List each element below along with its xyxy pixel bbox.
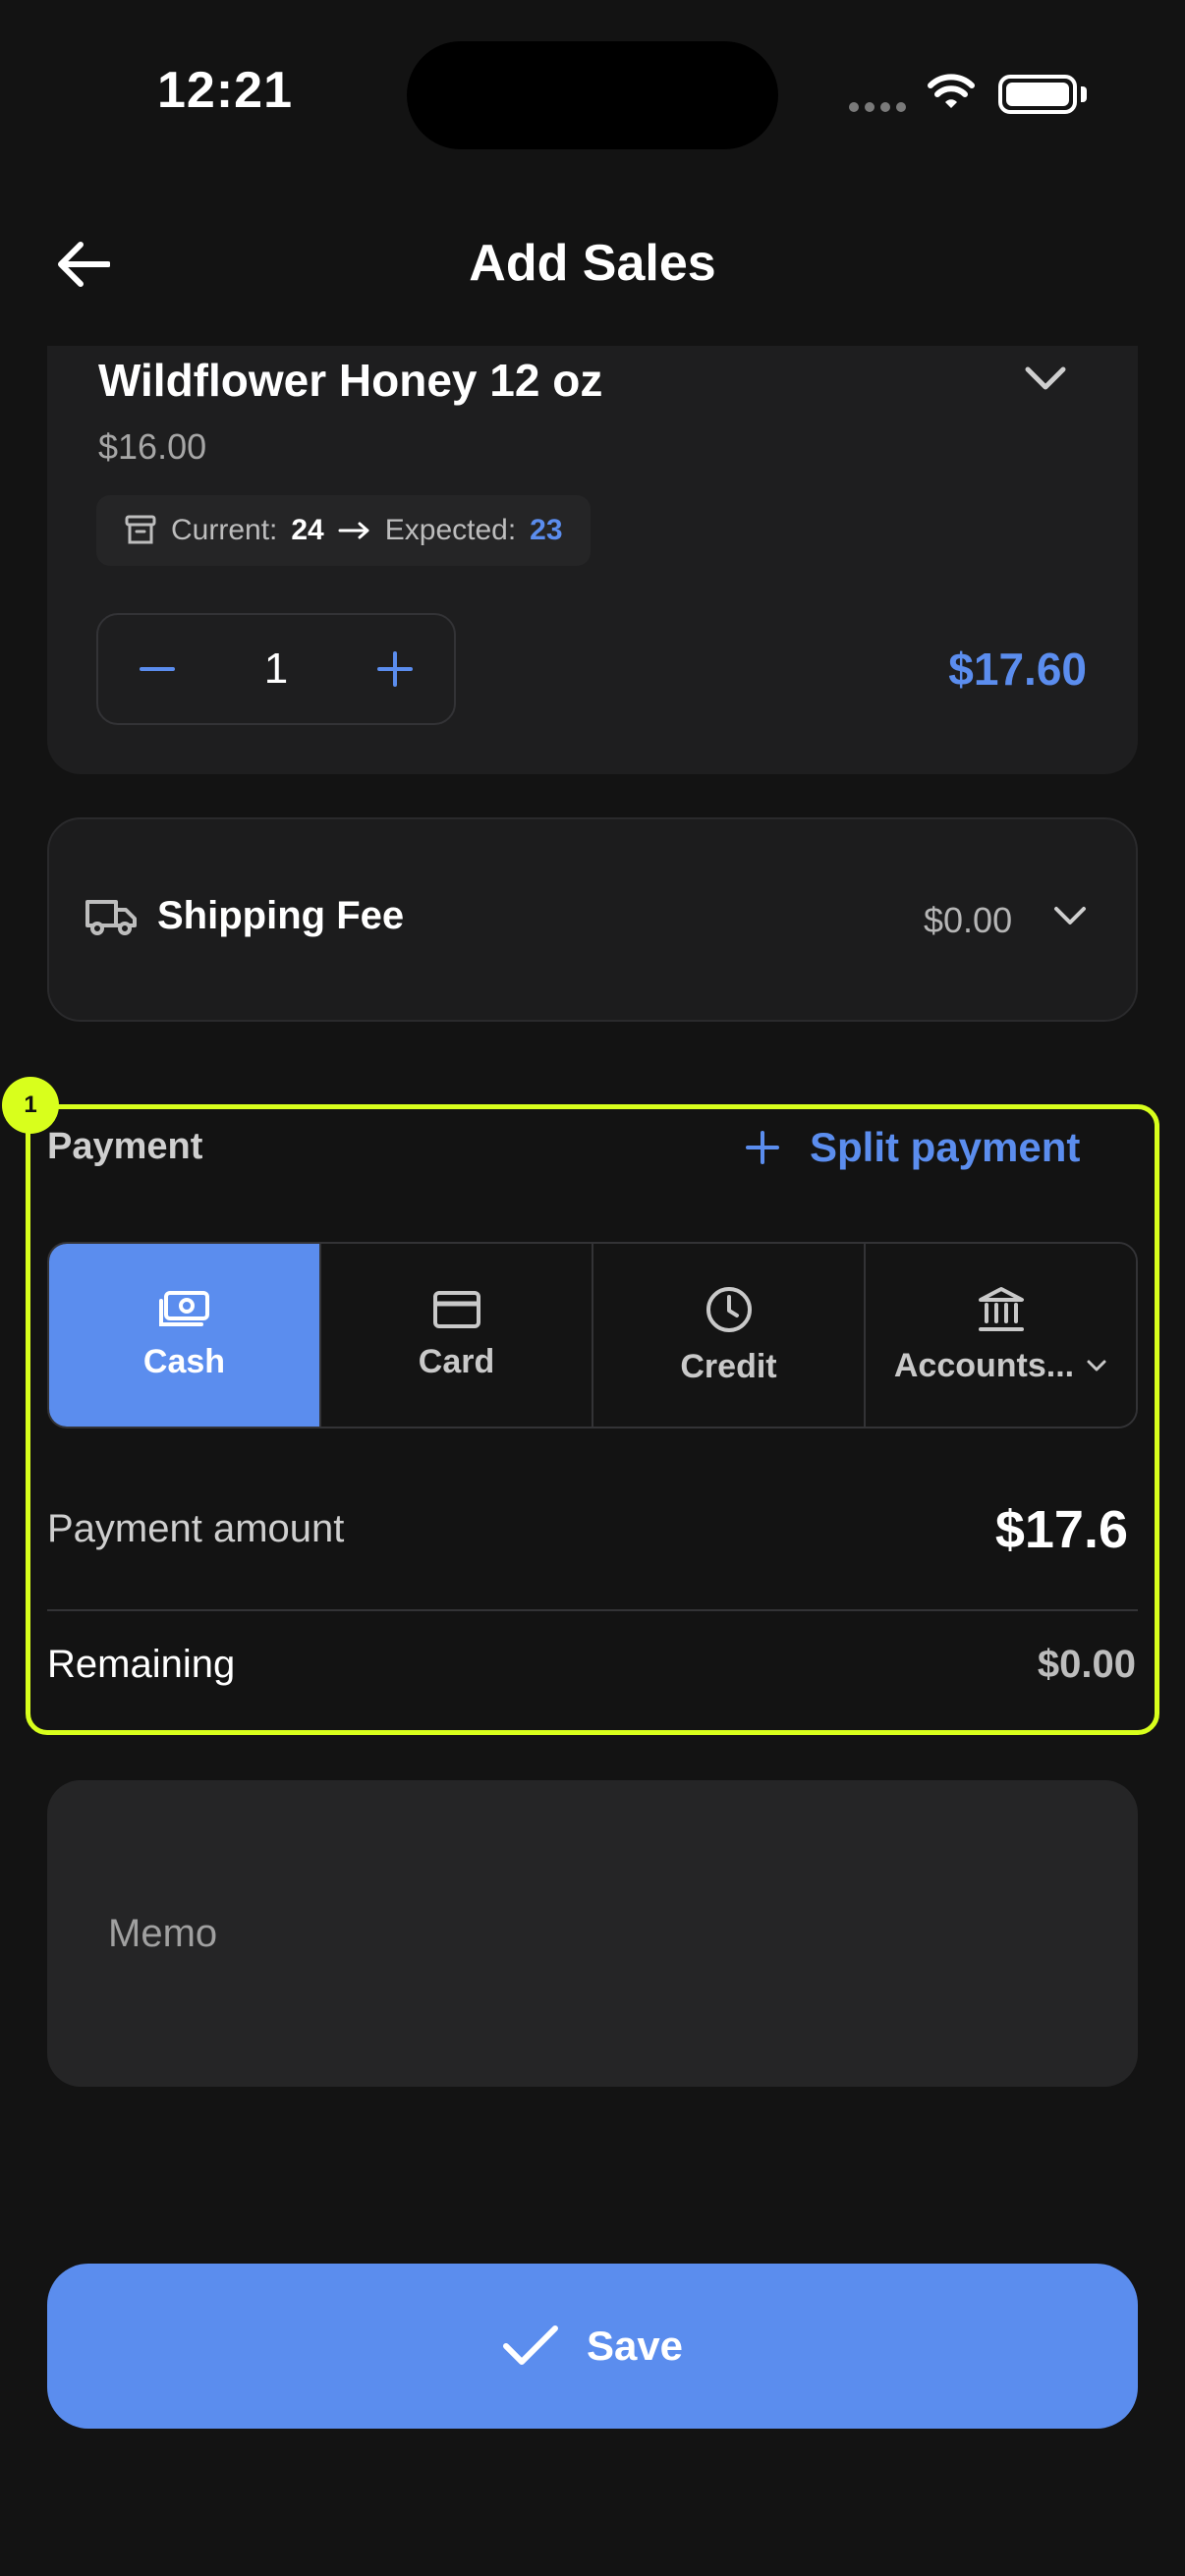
chevron-down-icon (1087, 1360, 1106, 1372)
status-time: 12:21 (157, 62, 293, 119)
save-label: Save (586, 2323, 684, 2369)
payment-method-label: Credit (680, 1347, 777, 1385)
remaining-label: Remaining (47, 1643, 236, 1686)
truck-icon (85, 900, 137, 935)
split-payment-label: Split payment (810, 1124, 1081, 1170)
memo-input[interactable] (106, 1910, 1079, 1957)
quantity-stepper: 1 (96, 613, 456, 725)
stock-expected-value: 23 (530, 514, 563, 546)
page-title: Add Sales (469, 235, 716, 292)
stock-indicator: Current: 24 Expected: 23 (96, 495, 591, 566)
chevron-down-icon (1054, 907, 1086, 924)
clock-icon (705, 1286, 752, 1332)
product-name: Wildflower Honey 12 oz (98, 355, 603, 406)
payment-method-label: Accounts... (893, 1346, 1075, 1384)
payment-method-credit[interactable]: Credit (593, 1244, 866, 1427)
archive-box-icon (125, 515, 156, 544)
payment-amount-label: Payment amount (47, 1507, 345, 1550)
card-icon (432, 1290, 480, 1328)
plus-icon (746, 1131, 779, 1164)
product-price: $16.00 (98, 426, 207, 467)
cellular-signal-icon (849, 102, 906, 112)
shipping-fee-value: $0.00 (924, 900, 1013, 940)
wifi-icon (928, 74, 975, 108)
payment-title: Payment (47, 1126, 203, 1167)
stock-expected-label: Expected: (384, 514, 517, 546)
payment-method-cash[interactable]: Cash (49, 1244, 321, 1427)
battery-tip (1081, 86, 1087, 102)
remaining-value: $0.00 (1037, 1643, 1136, 1686)
payment-method-label: Card (418, 1342, 495, 1380)
arrow-right-icon (338, 522, 369, 539)
payment-method-card[interactable]: Card (321, 1244, 593, 1427)
payment-method-label-row: Accounts... (894, 1347, 1107, 1385)
battery-icon (998, 75, 1077, 114)
plus-icon[interactable] (375, 649, 415, 689)
chevron-down-icon[interactable] (1024, 365, 1067, 393)
cash-icon (158, 1290, 209, 1326)
payment-method-accounts[interactable]: Accounts... (866, 1244, 1136, 1427)
quantity-value: 1 (263, 644, 289, 693)
split-payment-button[interactable]: Split payment (745, 1124, 1080, 1171)
stock-current-label: Current: (171, 514, 278, 546)
payment-amount-value[interactable]: $17.6 (995, 1499, 1128, 1560)
payment-method-selector: Cash Card Credit Accounts... (47, 1242, 1138, 1428)
minus-icon[interactable] (138, 649, 177, 689)
save-button[interactable]: Save (47, 2264, 1138, 2429)
stock-current-value: 24 (291, 514, 324, 546)
divider (47, 1609, 1138, 1611)
payment-method-label: Cash (142, 1342, 226, 1380)
dynamic-island (407, 41, 778, 149)
bank-icon (978, 1286, 1024, 1331)
shipping-fee-label: Shipping Fee (157, 894, 405, 937)
line-total: $17.60 (948, 644, 1087, 695)
memo-field (47, 1780, 1138, 2087)
checkmark-icon (502, 2325, 558, 2365)
